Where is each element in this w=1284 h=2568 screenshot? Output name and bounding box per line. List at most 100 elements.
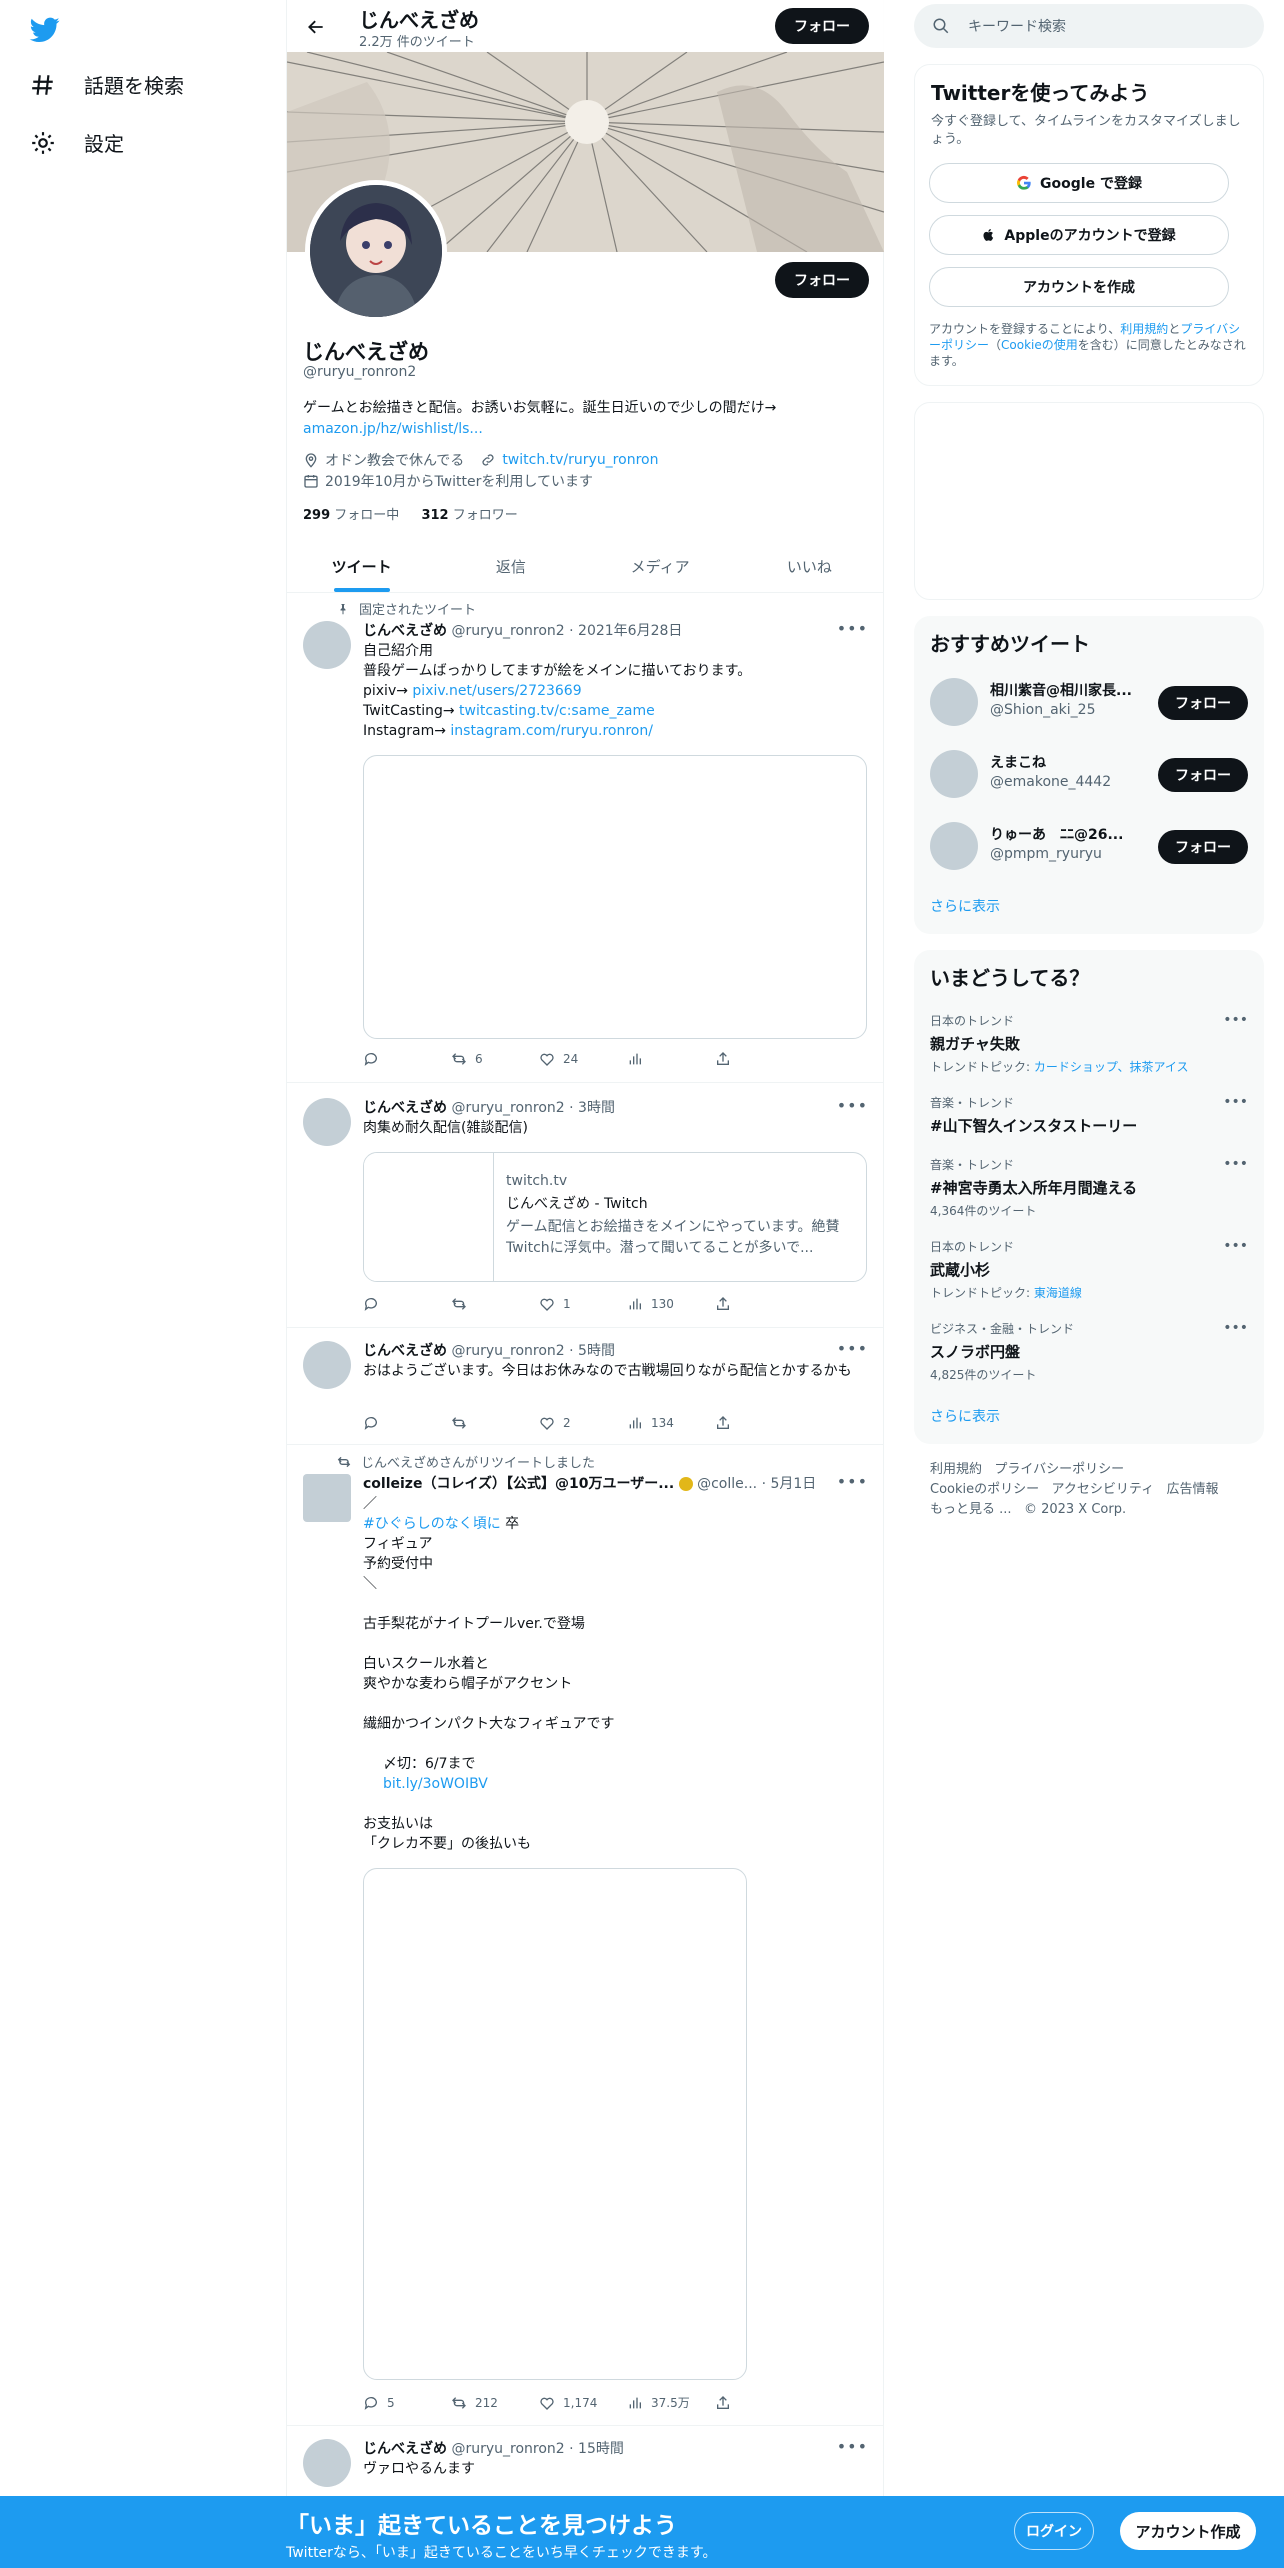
tweet-author-handle[interactable]: @ruryu_ronron2 <box>451 2441 564 2457</box>
reply-button[interactable] <box>363 1051 451 1067</box>
like-button[interactable]: 1 <box>539 1296 627 1312</box>
tweet-retweeted[interactable]: じんべえざめさんがリツイートしました colleize（コレイズ）【公式】@10… <box>287 1446 884 2426</box>
tweet-avatar[interactable] <box>303 1474 351 1522</box>
tab-likes[interactable]: いいね <box>735 540 884 592</box>
profile-website[interactable]: twitch.tv/ruryu_ronron <box>502 452 658 468</box>
twitter-bird-icon[interactable] <box>28 14 62 44</box>
followers-link[interactable]: 312 フォロワー <box>421 508 517 523</box>
reply-button[interactable] <box>363 1415 451 1431</box>
apple-signup-button[interactable]: Appleのアカウントで登録 <box>929 215 1229 255</box>
retweet-button[interactable] <box>451 1415 539 1431</box>
more-icon[interactable]: ••• <box>1223 1012 1248 1028</box>
tweet-author-handle[interactable]: @ruryu_ronron2 <box>451 1100 564 1116</box>
footer-cookie[interactable]: Cookieのポリシー <box>930 1482 1039 1497</box>
tweet-author-name[interactable]: じんべえざめ <box>363 623 447 639</box>
back-button[interactable] <box>301 12 331 42</box>
like-button[interactable]: 24 <box>539 1051 627 1067</box>
share-button[interactable] <box>715 1415 803 1431</box>
tweet-author-name[interactable]: じんべえざめ <box>363 2441 447 2457</box>
trends-show-more-link[interactable]: さらに表示 <box>930 1406 1000 1426</box>
recommended-account[interactable]: りゅーあ ﾆﾆ@26... @pmpm_ryuryu フォロー <box>930 816 1248 880</box>
trend-item[interactable]: 日本のトレンド 武蔵小杉 トレンドトピック: 東海道線 ••• <box>930 1238 1248 1301</box>
more-icon[interactable]: ••• <box>837 1096 868 1115</box>
instagram-link[interactable]: instagram.com/ruryu.ronron/ <box>450 723 653 739</box>
more-icon[interactable]: ••• <box>1223 1320 1248 1336</box>
footer-more[interactable]: もっと見る ... <box>930 1502 1012 1517</box>
nav-explore[interactable]: 話題を検索 <box>30 70 184 99</box>
follow-button[interactable]: フォロー <box>1158 830 1248 864</box>
recommended-account[interactable]: えまこね @emakone_4442 フォロー <box>930 744 1248 808</box>
tweet-avatar[interactable] <box>303 1098 351 1146</box>
tweet-media[interactable] <box>363 755 867 1039</box>
tweet-author-name[interactable]: じんべえざめ <box>363 1100 447 1116</box>
retweet-button[interactable]: 6 <box>451 1051 539 1067</box>
signup-button[interactable]: アカウント作成 <box>1120 2512 1256 2550</box>
more-icon[interactable]: ••• <box>837 619 868 638</box>
login-button[interactable]: ログイン <box>1014 2512 1094 2550</box>
footer-privacy[interactable]: プライバシーポリシー <box>994 1462 1124 1477</box>
hashtag-link[interactable]: #ひぐらしのなく頃に <box>363 1516 501 1532</box>
share-button[interactable] <box>715 1296 803 1312</box>
follow-button[interactable]: フォロー <box>1158 758 1248 792</box>
header-follow-button[interactable]: フォロー <box>775 8 869 44</box>
share-button[interactable] <box>715 2394 803 2411</box>
more-icon[interactable]: ••• <box>837 1472 868 1491</box>
trend-item[interactable]: 日本のトレンド 親ガチャ失敗 トレンドトピック: カードショップ、抹茶アイス •… <box>930 1012 1248 1075</box>
recommended-account[interactable]: 相川紫音@相川家長... @Shion_aki_25 フォロー <box>930 672 1248 736</box>
tweet-author-handle[interactable]: @ruryu_ronron2 <box>451 1343 564 1359</box>
trend-item[interactable]: 音楽・トレンド #山下智久インスタストーリー ••• <box>930 1094 1248 1136</box>
google-signup-button[interactable]: Google で登録 <box>929 163 1229 203</box>
create-account-button[interactable]: アカウントを作成 <box>929 267 1229 307</box>
pixiv-link[interactable]: pixiv.net/users/2723669 <box>412 683 581 699</box>
tweet-time[interactable]: 2021年6月28日 <box>578 623 682 639</box>
more-icon[interactable]: ••• <box>1223 1238 1248 1254</box>
twitcasting-link[interactable]: twitcasting.tv/c:same_zame <box>459 703 655 719</box>
more-icon[interactable]: ••• <box>1223 1156 1248 1172</box>
like-button[interactable]: 1,174 <box>539 2394 627 2411</box>
tweet-time[interactable]: 5時間 <box>578 1343 615 1359</box>
short-link[interactable]: bit.ly/3oWOIBV <box>363 1774 863 1794</box>
tweet-author-handle[interactable]: @colle... <box>697 1476 757 1492</box>
tweet[interactable]: じんべえざめ @ruryu_ronron2 · 5時間 ••• おはようございま… <box>287 1329 884 1445</box>
retweet-button[interactable] <box>451 1296 539 1312</box>
views-button[interactable]: 37.5万 <box>627 2394 715 2411</box>
reply-button[interactable]: 5 <box>363 2394 451 2411</box>
tweet-avatar[interactable] <box>303 2439 351 2487</box>
trend-topic-link[interactable]: 東海道線 <box>1034 1286 1082 1300</box>
trend-item[interactable]: ビジネス・金融・トレンド スノラボ円盤 4,825件のツイート ••• <box>930 1320 1248 1383</box>
tweet-pinned[interactable]: 固定されたツイート じんべえざめ @ruryu_ronron2 · 2021年6… <box>287 593 884 1083</box>
like-button[interactable]: 2 <box>539 1415 627 1431</box>
avatar[interactable] <box>930 822 978 870</box>
tweet-avatar[interactable] <box>303 621 351 669</box>
trend-topic-link[interactable]: カードショップ、抹茶アイス <box>1034 1060 1189 1074</box>
search-bar[interactable]: キーワード検索 <box>914 4 1264 48</box>
tweet-author-handle[interactable]: @ruryu_ronron2 <box>451 623 564 639</box>
reply-button[interactable] <box>363 1296 451 1312</box>
tweet[interactable]: じんべえざめ @ruryu_ronron2 · 3時間 ••• 肉集め耐久配信(… <box>287 1084 884 1328</box>
tab-replies[interactable]: 返信 <box>436 540 585 592</box>
nav-settings[interactable]: 設定 <box>30 128 124 157</box>
link-card[interactable]: twitch.tv じんべえざめ - Twitch ゲーム配信とお絵描きをメイン… <box>363 1152 867 1282</box>
more-icon[interactable]: ••• <box>837 2437 868 2456</box>
tweet-time[interactable]: 15時間 <box>578 2441 624 2457</box>
tab-media[interactable]: メディア <box>586 540 735 592</box>
show-more-link[interactable]: さらに表示 <box>930 896 1000 916</box>
share-button[interactable] <box>715 1051 803 1067</box>
tweet-author-name[interactable]: colleize（コレイズ）【公式】@10万ユーザー... <box>363 1476 674 1492</box>
tweet-time[interactable]: 5月1日 <box>770 1476 816 1492</box>
tweet-media[interactable] <box>363 1868 747 2380</box>
avatar[interactable] <box>930 750 978 798</box>
views-button[interactable] <box>627 1051 715 1067</box>
more-icon[interactable]: ••• <box>837 1339 868 1358</box>
avatar[interactable] <box>930 678 978 726</box>
retweet-button[interactable]: 212 <box>451 2394 539 2411</box>
trend-item[interactable]: 音楽・トレンド #神宮寺勇太入所年月間違える 4,364件のツイート ••• <box>930 1156 1248 1219</box>
follow-button[interactable]: フォロー <box>1158 686 1248 720</box>
footer-accessibility[interactable]: アクセシビリティ <box>1052 1482 1155 1497</box>
following-link[interactable]: 299 フォロー中 <box>303 508 399 523</box>
tweet-time[interactable]: 3時間 <box>578 1100 615 1116</box>
profile-avatar[interactable] <box>305 180 447 322</box>
views-button[interactable]: 134 <box>627 1415 715 1431</box>
cookie-link[interactable]: Cookieの使用 <box>1001 338 1078 352</box>
bio-link[interactable]: amazon.jp/hz/wishlist/ls... <box>303 421 483 437</box>
